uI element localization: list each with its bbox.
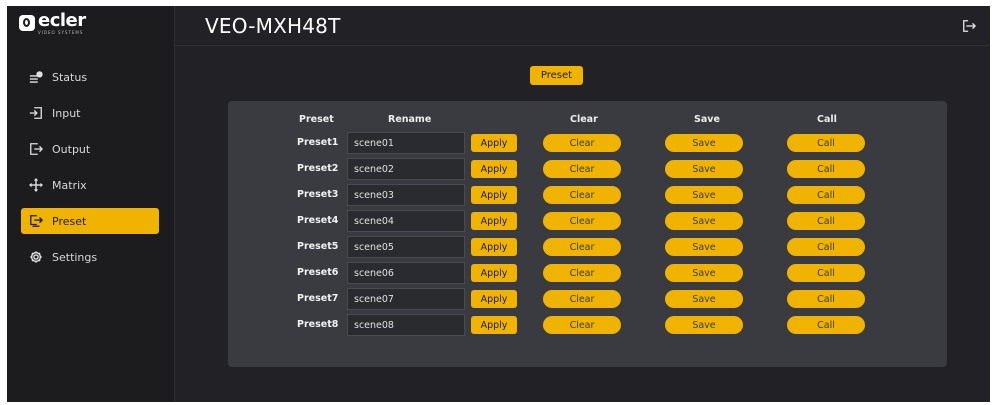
rename-input[interactable] xyxy=(347,132,465,154)
save-button[interactable]: Save xyxy=(665,160,743,178)
clear-button[interactable]: Clear xyxy=(543,238,621,256)
preset-row: Preset3 Apply Clear Save Call xyxy=(228,184,947,206)
rename-input[interactable] xyxy=(347,262,465,284)
sidebar-item-input[interactable]: Input xyxy=(21,100,159,126)
preset-label: Preset7 xyxy=(297,293,339,304)
input-icon xyxy=(28,106,44,120)
preset-label: Preset2 xyxy=(297,163,339,174)
preset-icon xyxy=(28,214,44,228)
clear-button[interactable]: Clear xyxy=(543,264,621,282)
call-button[interactable]: Call xyxy=(787,264,865,282)
call-button[interactable]: Call xyxy=(787,186,865,204)
matrix-icon xyxy=(28,178,44,192)
save-button[interactable]: Save xyxy=(665,290,743,308)
apply-button[interactable]: Apply xyxy=(471,160,517,178)
sidebar-item-status[interactable]: Status xyxy=(21,64,159,90)
call-button[interactable]: Call xyxy=(787,160,865,178)
sidebar-item-label: Output xyxy=(52,142,91,156)
logo-mark-icon xyxy=(19,15,35,31)
sidebar-item-matrix[interactable]: Matrix xyxy=(21,172,159,198)
clear-button[interactable]: Clear xyxy=(543,316,621,334)
column-header-preset: Preset xyxy=(299,114,334,125)
ecler-logo: ecler VIDEO SYSTEMS xyxy=(19,9,86,35)
preset-row: Preset8 Apply Clear Save Call xyxy=(228,314,947,336)
preset-row: Preset5 Apply Clear Save Call xyxy=(228,236,947,258)
rename-input[interactable] xyxy=(347,236,465,258)
preset-label: Preset8 xyxy=(297,319,339,330)
preset-row: Preset7 Apply Clear Save Call xyxy=(228,288,947,310)
preset-row: Preset4 Apply Clear Save Call xyxy=(228,210,947,232)
call-button[interactable]: Call xyxy=(787,290,865,308)
save-button[interactable]: Save xyxy=(665,264,743,282)
rename-input[interactable] xyxy=(347,314,465,336)
sidebar-item-label: Preset xyxy=(52,214,87,228)
apply-button[interactable]: Apply xyxy=(471,290,517,308)
save-button[interactable]: Save xyxy=(665,238,743,256)
preset-row: Preset1 Apply Clear Save Call xyxy=(228,132,947,154)
clear-button[interactable]: Clear xyxy=(543,160,621,178)
save-button[interactable]: Save xyxy=(665,134,743,152)
apply-button[interactable]: Apply xyxy=(471,238,517,256)
rename-input[interactable] xyxy=(347,184,465,206)
call-button[interactable]: Call xyxy=(787,316,865,334)
preset-label: Preset3 xyxy=(297,189,339,200)
logout-icon[interactable] xyxy=(962,18,977,32)
sidebar-item-label: Matrix xyxy=(52,178,87,192)
call-button[interactable]: Call xyxy=(787,238,865,256)
settings-icon xyxy=(28,250,44,264)
column-header-rename: Rename xyxy=(388,114,432,125)
sidebar: ecler VIDEO SYSTEMS Status Input Output … xyxy=(7,6,175,402)
app-window: ecler VIDEO SYSTEMS Status Input Output … xyxy=(7,6,990,402)
rename-input[interactable] xyxy=(347,288,465,310)
save-button[interactable]: Save xyxy=(665,316,743,334)
clear-button[interactable]: Clear xyxy=(543,186,621,204)
sidebar-item-label: Status xyxy=(52,70,88,84)
logo-wordmark: ecler xyxy=(38,9,86,31)
apply-button[interactable]: Apply xyxy=(471,212,517,230)
output-icon xyxy=(28,142,44,156)
apply-button[interactable]: Apply xyxy=(471,186,517,204)
save-button[interactable]: Save xyxy=(665,186,743,204)
preset-label: Preset6 xyxy=(297,267,339,278)
header-bar: VEO-MXH48T xyxy=(175,6,990,46)
sidebar-item-label: Settings xyxy=(52,250,98,264)
rename-input[interactable] xyxy=(347,210,465,232)
rename-input[interactable] xyxy=(347,158,465,180)
call-button[interactable]: Call xyxy=(787,212,865,230)
preset-label: Preset1 xyxy=(297,137,339,148)
column-header-clear: Clear xyxy=(570,114,598,125)
sidebar-item-preset[interactable]: Preset xyxy=(21,208,159,234)
sidebar-item-label: Input xyxy=(52,106,81,120)
clear-button[interactable]: Clear xyxy=(543,212,621,230)
clear-button[interactable]: Clear xyxy=(543,134,621,152)
preset-tab-button[interactable]: Preset xyxy=(530,66,583,85)
preset-row: Preset6 Apply Clear Save Call xyxy=(228,262,947,284)
save-button[interactable]: Save xyxy=(665,212,743,230)
sidebar-item-settings[interactable]: Settings xyxy=(21,244,159,270)
sidebar-item-output[interactable]: Output xyxy=(21,136,159,162)
preset-label: Preset4 xyxy=(297,215,339,226)
apply-button[interactable]: Apply xyxy=(471,134,517,152)
status-icon xyxy=(28,70,44,84)
device-title: VEO-MXH48T xyxy=(205,14,341,38)
column-header-save: Save xyxy=(694,114,720,125)
preset-row: Preset2 Apply Clear Save Call xyxy=(228,158,947,180)
logo-subtitle: VIDEO SYSTEMS xyxy=(38,29,84,35)
apply-button[interactable]: Apply xyxy=(471,264,517,282)
preset-panel: Preset Rename Clear Save Call Preset1 Ap… xyxy=(228,101,947,367)
preset-label: Preset5 xyxy=(297,241,339,252)
clear-button[interactable]: Clear xyxy=(543,290,621,308)
column-header-call: Call xyxy=(817,114,837,125)
apply-button[interactable]: Apply xyxy=(471,316,517,334)
call-button[interactable]: Call xyxy=(787,134,865,152)
